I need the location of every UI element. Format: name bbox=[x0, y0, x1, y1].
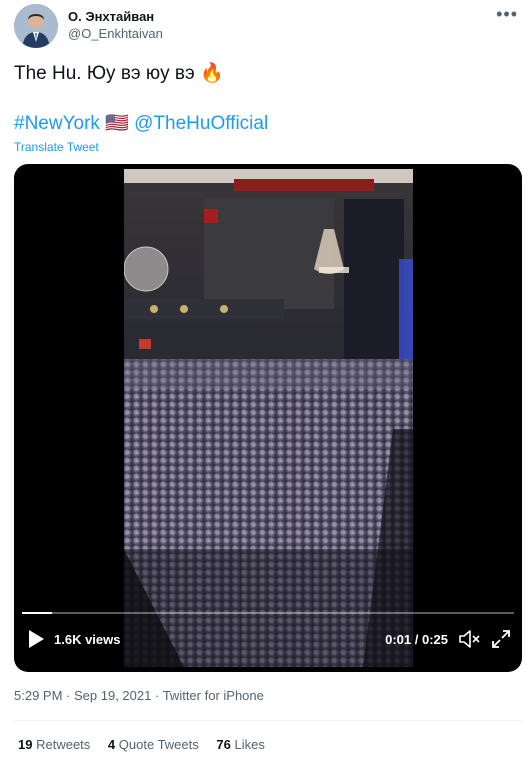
author-name[interactable]: О. Энхтайван bbox=[68, 9, 154, 24]
retweets-count: 19 bbox=[18, 737, 33, 752]
avatar[interactable] bbox=[14, 4, 58, 48]
tweet-text: The Hu. Юу вэ юу вэ 🔥 bbox=[14, 63, 224, 84]
retweets-label: Retweets bbox=[36, 737, 91, 752]
video-frame bbox=[124, 169, 413, 667]
likes-count: 76 bbox=[216, 737, 231, 752]
avatar-image bbox=[14, 4, 58, 48]
hashtag-link[interactable]: #NewYork bbox=[14, 113, 100, 134]
tweet-meta: 5:29 PM · Sep 19, 2021 · Twitter for iPh… bbox=[14, 688, 264, 703]
view-count: 1.6K views bbox=[54, 632, 121, 647]
translate-tweet-link[interactable]: Translate Tweet bbox=[14, 140, 99, 154]
tweet-header: О. Энхтайван @O_Enkhtaivan ••• bbox=[14, 4, 520, 52]
author-handle[interactable]: @O_Enkhtaivan bbox=[68, 26, 163, 41]
tweet-stats: 19 Retweets 4 Quote Tweets 76 Likes bbox=[18, 737, 279, 752]
play-icon[interactable] bbox=[26, 628, 46, 650]
retweets-stat[interactable]: 19 Retweets bbox=[18, 737, 90, 752]
tweet-links: #NewYork 🇺🇸 @TheHuOfficial bbox=[14, 112, 268, 136]
mention-link[interactable]: @TheHuOfficial bbox=[134, 113, 268, 134]
video-controls: 1.6K views 0:01 / 0:25 bbox=[14, 612, 522, 672]
divider bbox=[14, 720, 522, 721]
more-dots-icon[interactable]: ••• bbox=[496, 4, 518, 25]
quote-tweets-stat[interactable]: 4 Quote Tweets bbox=[108, 737, 199, 752]
video-progress-bar[interactable] bbox=[22, 612, 514, 614]
meta-separator: · bbox=[66, 688, 74, 703]
expand-icon[interactable] bbox=[490, 628, 512, 650]
quote-tweets-label: Quote Tweets bbox=[118, 737, 199, 752]
tweet-source[interactable]: Twitter for iPhone bbox=[163, 688, 264, 703]
tweet-time[interactable]: 5:29 PM bbox=[14, 688, 62, 703]
concert-crowd-image bbox=[124, 169, 413, 667]
likes-stat[interactable]: 76 Likes bbox=[216, 737, 264, 752]
likes-label: Likes bbox=[234, 737, 265, 752]
flag-emoji: 🇺🇸 bbox=[105, 113, 129, 134]
video-player[interactable]: 1.6K views 0:01 / 0:25 bbox=[14, 164, 522, 672]
quote-tweets-count: 4 bbox=[107, 737, 116, 752]
meta-separator: · bbox=[154, 688, 163, 703]
video-time: 0:01 / 0:25 bbox=[385, 632, 448, 647]
tweet-date[interactable]: Sep 19, 2021 bbox=[74, 688, 151, 703]
video-progress-fill bbox=[22, 612, 52, 614]
mute-icon[interactable] bbox=[458, 629, 480, 649]
